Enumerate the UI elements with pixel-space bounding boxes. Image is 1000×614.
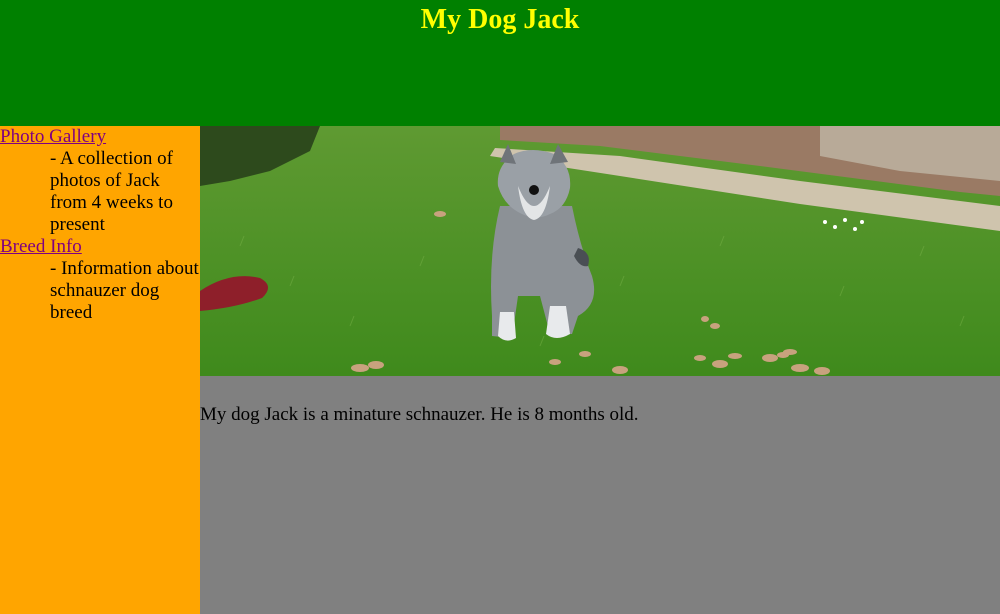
nav-list: Photo Gallery - A collection of photos o… <box>0 126 200 324</box>
sidebar-nav: Photo Gallery - A collection of photos o… <box>0 126 200 614</box>
photo-gallery-link[interactable]: Photo Gallery <box>0 126 106 147</box>
breed-info-description: - Information about schnauzer dog breed <box>50 258 199 323</box>
main-content: My dog Jack is a minature schnauzer. He … <box>200 126 1000 614</box>
breed-info-link[interactable]: Breed Info <box>0 236 82 257</box>
page-header: My Dog Jack <box>0 0 1000 126</box>
nav-item-photo-gallery: Photo Gallery <box>0 126 200 148</box>
photo-gallery-description: - A collection of photos of Jack from 4 … <box>50 148 173 235</box>
page-title: My Dog Jack <box>420 4 580 35</box>
intro-text: My dog Jack is a minature schnauzer. He … <box>200 404 639 425</box>
dog-photo <box>200 126 1000 376</box>
nav-item-breed-info: Breed Info <box>0 236 200 258</box>
